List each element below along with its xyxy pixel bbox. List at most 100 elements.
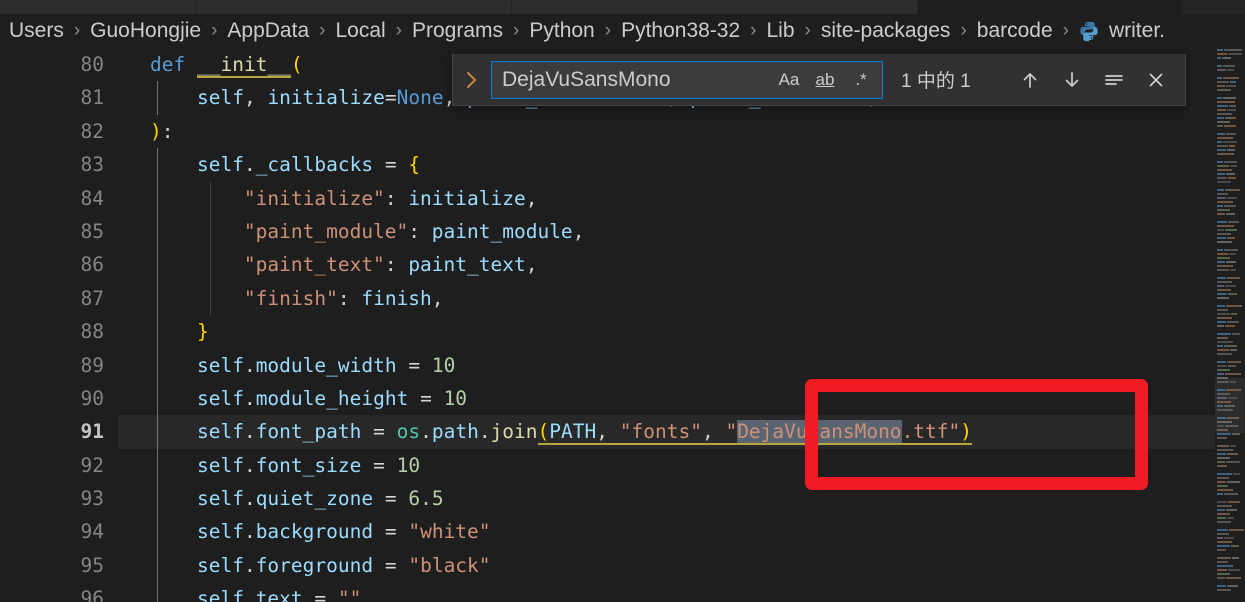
line-code-text[interactable]: ): xyxy=(150,115,174,148)
minimap-segment xyxy=(1217,325,1224,327)
minimap-segment xyxy=(1225,285,1236,287)
line-code-text[interactable]: self.module_height = 10 xyxy=(150,382,467,415)
line-code-text[interactable]: def __init__( xyxy=(150,48,303,81)
breadcrumb-item-python38-32[interactable]: Python38-32 xyxy=(620,19,741,43)
editor-tab[interactable] xyxy=(918,0,1184,14)
minimap-segment xyxy=(1224,249,1238,251)
minimap-segment xyxy=(1217,253,1228,255)
breadcrumb-item-site-packages[interactable]: site-packages xyxy=(820,19,952,43)
code-content[interactable]: 80 def __init__(81 self, initialize=None,… xyxy=(0,48,1215,602)
line-number: 88 xyxy=(80,320,104,344)
code-line[interactable]: 83 self._callbacks = { xyxy=(0,148,1215,182)
minimap-segment xyxy=(1217,85,1225,87)
minimap-segment xyxy=(1228,293,1237,295)
code-line[interactable]: 90 self.module_height = 10 xyxy=(0,381,1215,416)
code-line[interactable]: 89 self.module_width = 10 xyxy=(0,348,1215,382)
line-code-text[interactable]: "paint_text": paint_text, xyxy=(150,248,538,281)
minimap-segment xyxy=(1217,121,1230,123)
code-line[interactable]: 91 self.font_path = os.path.join(PATH, "… xyxy=(0,415,1215,450)
minimap-segment xyxy=(1217,509,1225,511)
line-code-text[interactable]: self.text = "" xyxy=(150,582,361,602)
breadcrumb-item-python[interactable]: Python xyxy=(528,19,595,43)
line-number: 94 xyxy=(80,520,104,544)
line-code-text[interactable]: self.quiet_zone = 6.5 xyxy=(150,482,444,515)
minimap-segment xyxy=(1217,249,1223,251)
match-case-label: Aa xyxy=(778,69,800,89)
code-line[interactable]: 87 "finish": finish, xyxy=(0,281,1215,316)
line-code-text[interactable]: self.module_width = 10 xyxy=(150,349,455,382)
code-line[interactable]: 93 self.quiet_zone = 6.5 xyxy=(0,482,1215,516)
editor-tab[interactable] xyxy=(0,0,196,14)
line-code-text[interactable]: self.background = "white" xyxy=(150,515,491,548)
breadcrumb-item-file[interactable]: writer. xyxy=(1078,19,1165,43)
code-line[interactable]: 94 self.background = "white" xyxy=(0,515,1215,549)
use-regex-toggle[interactable]: .* xyxy=(844,65,878,95)
minimap-segment xyxy=(1225,425,1238,427)
minimap-segment xyxy=(1217,117,1224,119)
breadcrumb-file-label: writer. xyxy=(1108,19,1165,42)
code-line[interactable]: 85 "paint_module": paint_module, xyxy=(0,214,1215,249)
line-code-text[interactable]: "initialize": initialize, xyxy=(150,182,538,215)
python-file-icon xyxy=(1078,20,1100,42)
minimap-segment xyxy=(1217,81,1229,83)
minimap-segment xyxy=(1217,565,1233,567)
breadcrumb-item-guohongjie[interactable]: GuoHongjie xyxy=(89,19,202,43)
editor-tab[interactable] xyxy=(196,0,512,14)
editor-tab[interactable] xyxy=(512,0,918,14)
match-case-toggle[interactable]: Aa xyxy=(772,65,806,95)
breadcrumb-item-programs[interactable]: Programs xyxy=(411,19,504,43)
minimap-segment xyxy=(1217,293,1227,295)
minimap-segment xyxy=(1217,429,1228,431)
chevron-right-icon[interactable] xyxy=(453,54,491,106)
code-line[interactable]: 92 self.font_size = 10 xyxy=(0,448,1215,483)
minimap-segment xyxy=(1217,473,1232,475)
line-code-text[interactable]: "finish": finish, xyxy=(150,282,444,315)
breadcrumb-item-users[interactable]: Users xyxy=(8,19,65,43)
minimap-segment xyxy=(1217,173,1225,175)
breadcrumb-item-appdata[interactable]: AppData xyxy=(226,19,310,43)
minimap-segment xyxy=(1223,97,1236,99)
line-code-text[interactable]: self._callbacks = { xyxy=(150,148,420,181)
find-in-selection-button[interactable] xyxy=(1095,61,1133,99)
line-code-text[interactable]: self.font_path = os.path.join(PATH, "fon… xyxy=(150,415,973,448)
breadcrumb[interactable]: Users › GuoHongjie › AppData › Local › Programs ›… xyxy=(0,14,1245,48)
minimap-segment xyxy=(1217,193,1228,195)
code-line[interactable]: 96 self.text = "" xyxy=(0,582,1215,602)
breadcrumb-item-lib[interactable]: Lib xyxy=(766,19,796,43)
minimap-segment xyxy=(1217,321,1226,323)
breadcrumb-item-local[interactable]: Local xyxy=(334,19,386,43)
minimap-segment xyxy=(1217,57,1221,59)
line-code-text[interactable]: self.font_size = 10 xyxy=(150,449,420,482)
minimap-segment xyxy=(1226,261,1236,263)
minimap-segment xyxy=(1217,577,1225,579)
minimap-segment xyxy=(1217,161,1223,163)
code-line[interactable]: 86 "paint_text": paint_text, xyxy=(0,248,1215,282)
minimap-segment xyxy=(1231,545,1239,547)
minimap-segment xyxy=(1232,333,1240,335)
minimap-segment xyxy=(1217,229,1224,231)
line-number: 89 xyxy=(80,353,104,377)
code-line[interactable]: 95 self.foreground = "black" xyxy=(0,548,1215,583)
line-code-text[interactable]: "paint_module": paint_module, xyxy=(150,215,585,248)
line-number: 84 xyxy=(80,186,104,210)
code-line[interactable]: 88 } xyxy=(0,315,1215,349)
next-match-button[interactable] xyxy=(1053,61,1091,99)
breadcrumb-item-barcode[interactable]: barcode xyxy=(976,19,1054,43)
find-options: Aa ab .* xyxy=(772,65,882,95)
minimap-segment xyxy=(1223,65,1235,67)
code-line[interactable]: 84 "initialize": initialize, xyxy=(0,181,1215,215)
find-widget[interactable]: DejaVuSansMono Aa ab .* 1 中的 1 xyxy=(452,54,1186,106)
minimap-segment xyxy=(1223,77,1239,79)
minimap-segment xyxy=(1217,205,1223,207)
find-input[interactable]: DejaVuSansMono Aa ab .* xyxy=(491,60,883,99)
minimap[interactable] xyxy=(1215,48,1245,602)
minimap-segment xyxy=(1217,477,1229,479)
minimap-segment xyxy=(1233,473,1240,475)
close-find-button[interactable] xyxy=(1137,61,1175,99)
line-code-text[interactable]: } xyxy=(150,315,209,348)
match-whole-word-toggle[interactable]: ab xyxy=(808,65,842,95)
line-code-text[interactable]: self.foreground = "black" xyxy=(150,549,491,582)
code-line[interactable]: 82): xyxy=(0,115,1215,148)
minimap-row xyxy=(1215,588,1245,592)
previous-match-button[interactable] xyxy=(1011,61,1049,99)
